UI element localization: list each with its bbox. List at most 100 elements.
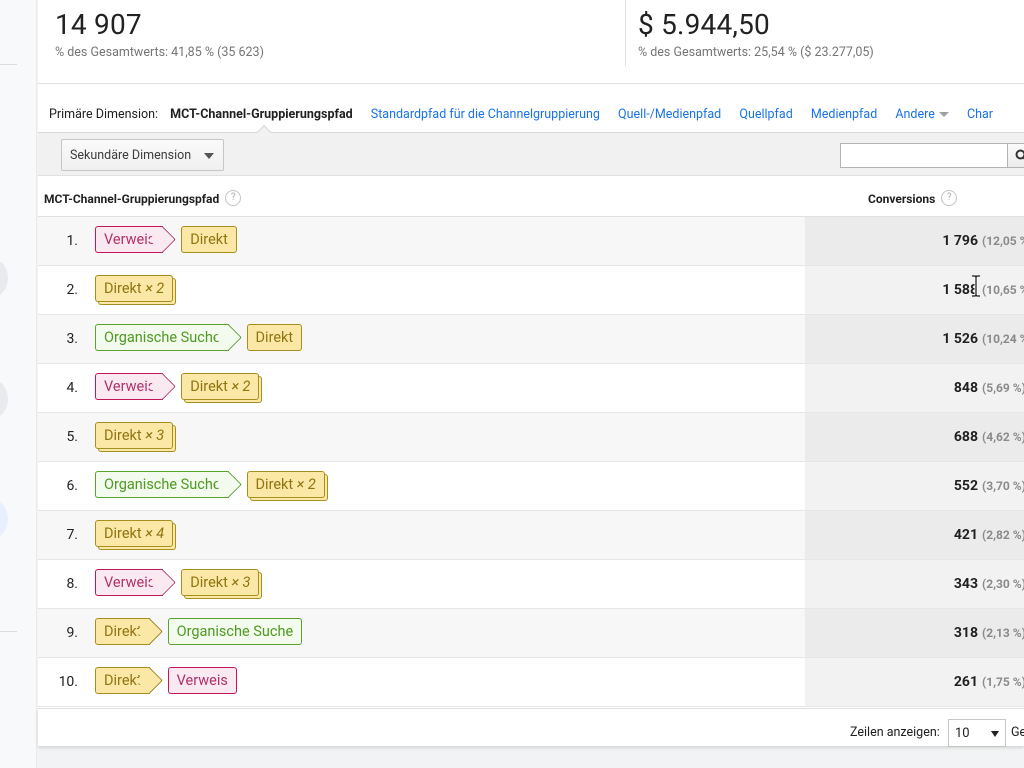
rows-per-page-select[interactable]: 10 xyxy=(948,719,1006,747)
secondary-dimension-label: Sekundäre Dimension xyxy=(70,148,192,163)
channel-path: Organische Suche Direkt xyxy=(95,324,310,352)
nav-item-icon-active[interactable] xyxy=(0,499,8,539)
column-header-path-label: MCT-Channel-Gruppierungspfad xyxy=(44,192,220,206)
channel-tag-label: Direkt xyxy=(104,427,142,444)
help-icon[interactable]: ? xyxy=(941,190,958,207)
row-index: 6. xyxy=(66,478,78,494)
conversions-percentage: (3,70 %) xyxy=(982,479,1024,493)
channel-tag-multiplier: × 4 xyxy=(145,525,165,542)
channel-tag-organic-search: Organische Suche xyxy=(95,471,242,498)
secondary-dimension-dropdown[interactable]: Sekundäre Dimension xyxy=(61,139,224,171)
channel-path: Verweis Direkt × 2 xyxy=(95,373,267,401)
table-row: 2. Direkt × 2 1 588 (10,65 %) xyxy=(38,266,1024,315)
channel-tag-multiplier: × 3 xyxy=(231,574,251,591)
channel-tag-organic-search: Organische Suche xyxy=(167,618,303,645)
conversions-percentage: (5,69 %) xyxy=(982,381,1024,395)
channel-path: Direkt × 2 xyxy=(95,275,181,303)
channel-tag-label: Direkt xyxy=(104,280,142,297)
report-panel: 14 907 % des Gesamtwerts: 41,85 % (35 62… xyxy=(38,0,1024,747)
column-header-conversions-label: Conversions xyxy=(868,192,936,206)
metric-divider xyxy=(625,0,626,66)
dimension-other-dropdown[interactable]: Andere xyxy=(895,107,949,122)
row-index: 4. xyxy=(66,380,78,396)
channel-tag-label: Direkt xyxy=(190,378,228,395)
channel-path: Direkt × 4 xyxy=(95,520,181,548)
channel-tag-label: Direkt xyxy=(190,574,228,591)
column-header-path[interactable]: MCT-Channel-Gruppierungspfad? xyxy=(44,190,242,207)
channel-tag-referral: Verweis xyxy=(95,569,177,596)
channel-tag-label: Direkt xyxy=(255,476,294,493)
channel-tag-label: Verweis xyxy=(104,378,156,395)
channel-tag-direct: Direkt xyxy=(181,226,237,253)
conversions-value: 688 xyxy=(953,429,978,445)
dimension-channel-link[interactable]: Char xyxy=(967,107,993,122)
chevron-down-icon xyxy=(938,112,949,118)
channel-tag-label: Organische Suche xyxy=(176,623,294,640)
table-row: 7. Direkt × 4 421 (2,82 %) xyxy=(38,511,1024,560)
channel-tag-label: Organische Suche xyxy=(104,476,221,493)
channel-path: Verweis Direkt xyxy=(95,226,245,254)
channel-tag-direct: Direkt xyxy=(95,618,163,645)
conversions-value: 343 xyxy=(953,576,978,592)
dimension-default-channel-path[interactable]: Standardpfad für die Channelgruppierung xyxy=(371,107,600,122)
channel-tag-label: Direkt xyxy=(104,525,142,542)
text-cursor-icon xyxy=(972,275,980,297)
table-row: 8. Verweis Direkt × 3 343 (2,30 %) xyxy=(38,560,1024,609)
search-button[interactable] xyxy=(1007,143,1024,168)
channel-path: Organische Suche Direkt × 2 xyxy=(95,471,333,499)
conversions-value: 552 xyxy=(953,478,978,494)
conversions-percentage: (4,62 %) xyxy=(982,430,1024,444)
row-index: 1. xyxy=(66,233,78,249)
table-header: MCT-Channel-Gruppierungspfad? Conversion… xyxy=(38,177,1024,217)
conversions-value: 1 588 xyxy=(942,282,978,298)
row-index: 2. xyxy=(66,282,78,298)
row-index: 10. xyxy=(58,674,78,690)
channel-tag-multiplier: × 2 xyxy=(145,280,165,297)
dimension-source-medium-path[interactable]: Quell-/Medienpfad xyxy=(618,107,721,122)
search-icon xyxy=(1015,149,1024,160)
metric-share: % des Gesamtwerts: 25,54 % ($ 23.277,05) xyxy=(638,45,874,60)
chevron-down-icon xyxy=(991,731,999,737)
channel-path: Direkt Verweis xyxy=(95,667,245,695)
channel-tag-label: Verweis xyxy=(176,672,228,689)
table-row: 6. Organische Suche Direkt × 2 552 (3,70 %) xyxy=(38,462,1024,511)
table-pagination: Zeilen anzeigen: 10 Ge xyxy=(38,708,1024,747)
channel-tag-direct: Direkt xyxy=(95,667,163,694)
table-search-input[interactable] xyxy=(840,143,1008,168)
metric-conversions: 14 907 % des Gesamtwerts: 41,85 % (35 62… xyxy=(55,8,264,60)
conversions-percentage: (10,65 %) xyxy=(982,283,1024,297)
channel-tag-direct: Direkt × 2 xyxy=(246,471,325,498)
conversions-percentage: (2,82 %) xyxy=(982,528,1024,542)
table-row: 9. Direkt Organische Suche 318 (2,13 %) xyxy=(38,609,1024,658)
channel-tag-label: Verweis xyxy=(104,574,156,591)
channel-path: Verweis Direkt × 3 xyxy=(95,569,267,597)
channel-tag-referral: Verweis xyxy=(95,373,177,400)
dimension-source-path[interactable]: Quellpfad xyxy=(739,107,792,122)
channel-tag-direct: Direkt × 2 xyxy=(95,275,174,302)
channel-tag-direct: Direkt × 2 xyxy=(181,373,260,400)
table-row: 3. Organische Suche Direkt 1 526 (10,24 %) xyxy=(38,315,1024,364)
metric-summary: 14 907 % des Gesamtwerts: 41,85 % (35 62… xyxy=(38,0,1024,84)
help-icon[interactable]: ? xyxy=(225,190,242,207)
conversions-value: 318 xyxy=(953,625,978,641)
column-header-conversions[interactable]: Conversions? xyxy=(868,190,958,207)
channel-tag-label: Direkt xyxy=(190,231,228,248)
channel-tag-multiplier: × 3 xyxy=(145,427,165,444)
metric-conversion-value: $ 5.944,50 % des Gesamtwerts: 25,54 % ($… xyxy=(638,8,874,60)
conversions-value: 848 xyxy=(953,380,978,396)
dimension-mct-path-active[interactable]: MCT-Channel-Gruppierungspfad xyxy=(170,107,353,122)
table-row: 5. Direkt × 3 688 (4,62 %) xyxy=(38,413,1024,462)
row-index: 9. xyxy=(66,625,78,641)
conversions-value: 1 796 xyxy=(942,233,978,249)
nav-item-icon[interactable] xyxy=(0,379,8,419)
row-index: 3. xyxy=(66,331,78,347)
nav-divider xyxy=(0,631,17,632)
primary-dimension-label: Primäre Dimension: xyxy=(49,107,159,122)
goto-label: Ge xyxy=(1011,725,1024,740)
nav-item-icon[interactable] xyxy=(0,258,8,298)
channel-tag-referral: Verweis xyxy=(95,226,177,253)
conversions-percentage: (2,30 %) xyxy=(982,577,1024,591)
dimension-medium-path[interactable]: Medienpfad xyxy=(811,107,877,122)
row-index: 7. xyxy=(66,527,78,543)
row-index: 5. xyxy=(66,429,78,445)
